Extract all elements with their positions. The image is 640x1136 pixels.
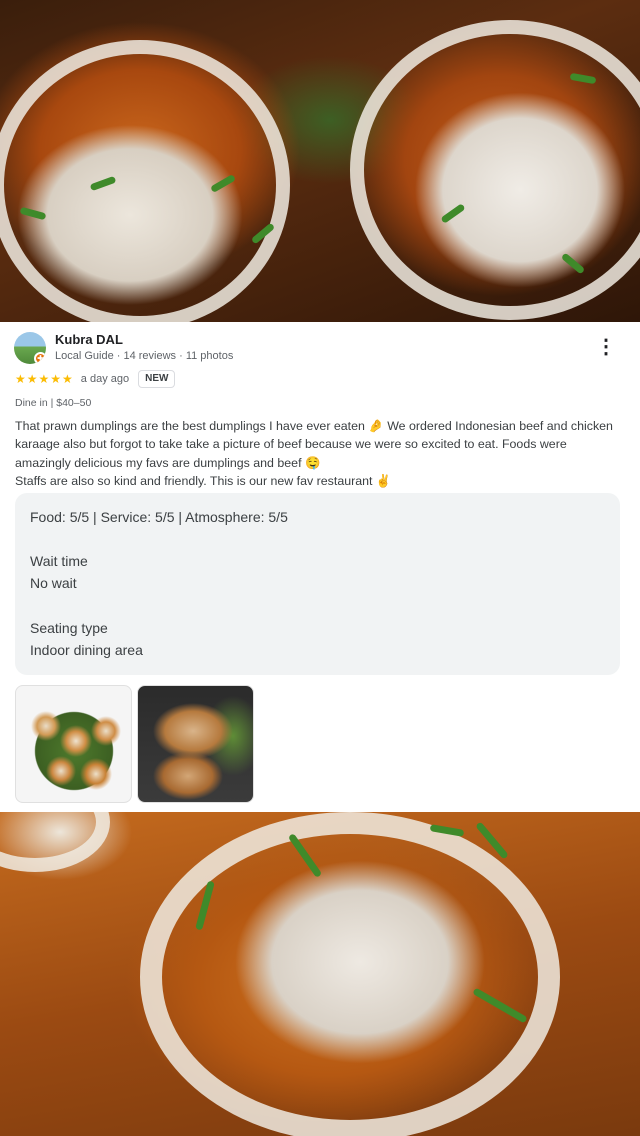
review-time: a day ago (80, 373, 130, 385)
author-name[interactable]: Kubra DAL (55, 332, 123, 347)
dumplings-photo-top (0, 0, 640, 322)
dine-info: Dine in | $40–50 (15, 397, 92, 409)
author-meta: Local Guide · 14 reviews · 11 photos (55, 350, 234, 362)
seating-type-value: Indoor dining area (30, 642, 143, 658)
dumpling-wrapper-right (350, 20, 640, 320)
review-card: ✚ Kubra DAL Local Guide · 14 reviews · 1… (0, 322, 640, 812)
photo-thumbnail-dumplings[interactable] (15, 685, 132, 803)
more-options-icon[interactable]: ⋮ (596, 334, 616, 360)
dumpling-wrapper-corner (0, 812, 110, 872)
dumpling-photo-bottom (0, 812, 640, 1136)
review-text: That prawn dumplings are the best dumpli… (15, 417, 625, 491)
scores-line: Food: 5/5 | Service: 5/5 | Atmosphere: 5… (30, 509, 288, 525)
rating-row: ★★★★★ a day ago NEW (15, 370, 176, 388)
review-paragraph: Staffs are also so kind and friendly. Th… (15, 474, 392, 489)
wait-time-value: No wait (30, 575, 77, 591)
review-attributes: Food: 5/5 | Service: 5/5 | Atmosphere: 5… (15, 493, 620, 675)
avatar[interactable]: ✚ (14, 332, 46, 364)
dumpling-wrapper-left (0, 40, 290, 322)
review-header: ✚ Kubra DAL Local Guide · 14 reviews · 1… (14, 330, 624, 370)
star-rating-icon: ★★★★★ (15, 372, 74, 386)
seating-type-label: Seating type (30, 620, 108, 636)
new-badge: NEW (138, 370, 176, 388)
review-paragraph: That prawn dumplings are the best dumpli… (15, 419, 613, 470)
local-guide-badge-icon: ✚ (34, 352, 46, 364)
wait-time-label: Wait time (30, 553, 88, 569)
review-photos (15, 685, 254, 803)
photo-thumbnail-karaage[interactable] (137, 685, 254, 803)
dumpling-wrapper-center (140, 812, 560, 1136)
